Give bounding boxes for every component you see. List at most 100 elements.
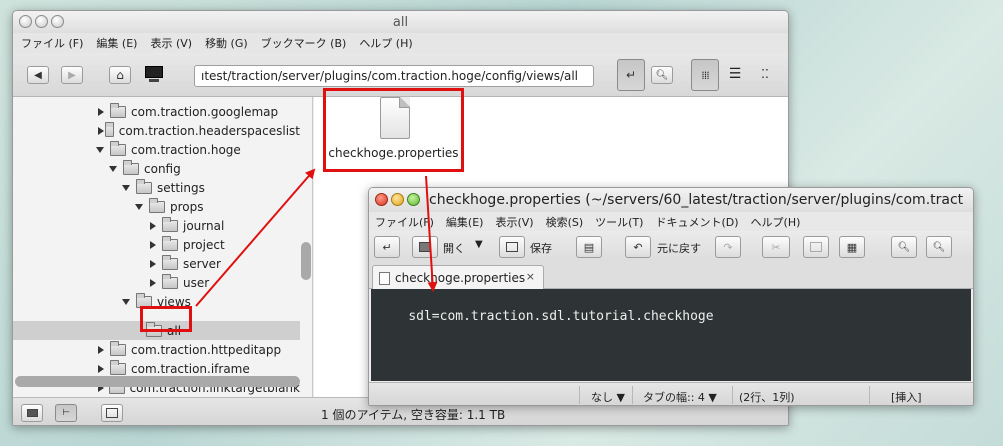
undo-button[interactable]: ↶ <box>625 236 651 258</box>
edit-path-icon: ↵ <box>625 68 637 82</box>
tree-item[interactable]: com.traction.headerspaceslist <box>13 121 300 140</box>
tree-item-label: com.traction.googlemap <box>131 104 279 119</box>
editor-menu-documents[interactable]: ドキュメント(D) <box>655 214 738 230</box>
tree-item-label: user <box>183 275 210 290</box>
forward-arrow-icon: ▶ <box>68 69 76 81</box>
tree-button[interactable]: ⊢ <box>55 404 77 422</box>
expand-arrow-icon[interactable] <box>148 259 158 269</box>
folder-icon <box>162 235 178 251</box>
replace-button[interactable]: 🔍︎ <box>926 236 952 258</box>
fm-window-title: all <box>392 15 409 30</box>
collapse-arrow-icon[interactable] <box>135 202 145 212</box>
expand-arrow-icon[interactable] <box>148 278 158 288</box>
new-document-button[interactable]: ↵ <box>374 236 400 258</box>
menu-help[interactable]: ヘルプ (H) <box>359 35 412 51</box>
undo-label[interactable]: 元に戻す <box>657 240 701 256</box>
file-item-label: checkhoge.properties <box>328 146 459 160</box>
computer-button[interactable] <box>143 65 165 85</box>
editor-minimize-button[interactable] <box>391 193 404 206</box>
tree-item[interactable]: user <box>13 273 300 292</box>
back-button[interactable]: ◀ <box>27 66 49 84</box>
file-item-highlight[interactable]: checkhoge.properties <box>323 88 464 172</box>
editor-titlebar[interactable]: checkhoge.properties (~/servers/60_lates… <box>369 188 973 212</box>
redo-button[interactable]: ↷ <box>715 236 741 258</box>
sidebar-vertical-scrollbar[interactable] <box>301 242 311 280</box>
tree-item[interactable]: project <box>13 235 300 254</box>
tree-item[interactable]: com.traction.hoge <box>13 140 300 159</box>
expand-arrow-icon[interactable] <box>148 221 158 231</box>
sidebar-horizontal-scrollbar[interactable] <box>15 376 300 387</box>
tree-item-label: config <box>144 161 181 176</box>
expand-arrow-icon[interactable] <box>148 240 158 250</box>
tab-width-selector[interactable]: タブの幅:: 4 ▼ <box>643 389 717 405</box>
home-button[interactable]: ⌂ <box>109 66 131 84</box>
editor-close-button[interactable] <box>375 193 388 206</box>
editor-menu-search[interactable]: 検索(S) <box>546 214 584 230</box>
collapse-arrow-icon[interactable] <box>109 164 119 174</box>
tree-item[interactable]: com.traction.httpeditapp <box>13 340 300 359</box>
scissors-icon: ✂ <box>771 240 781 254</box>
expand-arrow-icon[interactable] <box>96 126 104 136</box>
expand-arrow-icon[interactable] <box>96 345 106 355</box>
expand-arrow-icon[interactable] <box>96 364 106 374</box>
menu-edit[interactable]: 編集 (E) <box>96 35 137 51</box>
editor-menubar: ファイル(F) 編集(E) 表示(V) 検索(S) ツール(T) ドキュメント(… <box>369 212 973 231</box>
tree-item-label: project <box>183 237 225 252</box>
tree-item[interactable]: props <box>13 197 300 216</box>
toggle-sidebar-button[interactable] <box>101 404 123 422</box>
icon-view-button[interactable]: ⁞⁞⁞ <box>691 59 719 91</box>
collapse-arrow-icon[interactable] <box>122 183 132 193</box>
editor-menu-edit[interactable]: 編集(E) <box>446 214 484 230</box>
expand-arrow-icon[interactable] <box>96 107 106 117</box>
paste-button[interactable]: ▦ <box>839 236 865 258</box>
editor-tabbar: checkhoge.properties × <box>369 261 973 290</box>
tree-item[interactable]: journal <box>13 216 300 235</box>
search-button[interactable]: 🔍︎ <box>651 66 673 84</box>
collapse-arrow-icon[interactable] <box>122 297 132 307</box>
save-label[interactable]: 保存 <box>530 240 552 256</box>
editor-menu-help[interactable]: ヘルプ(H) <box>751 214 801 230</box>
find-button[interactable]: 🔍︎ <box>891 236 917 258</box>
open-dropdown-arrow-icon[interactable]: ▼ <box>475 239 483 250</box>
document-tab[interactable]: checkhoge.properties × <box>372 265 544 290</box>
path-toggle-button[interactable]: ↵ <box>617 59 645 91</box>
editor-menu-file[interactable]: ファイル(F) <box>375 214 434 230</box>
copy-button[interactable] <box>803 236 829 258</box>
editor-toolbar: ↵ 開く ▼ 保存 ▤ ↶ 元に戻す ↷ ✂ ▦ 🔍︎ 🔍︎ <box>369 231 973 261</box>
editor-menu-tools[interactable]: ツール(T) <box>595 214 643 230</box>
print-button[interactable]: ▤ <box>576 236 602 258</box>
language-selector[interactable]: なし ▼ <box>591 389 625 405</box>
editor-maximize-button[interactable] <box>407 193 420 206</box>
tree-item[interactable]: config <box>13 159 300 178</box>
tab-close-icon[interactable]: × <box>526 270 535 283</box>
editor-menu-view[interactable]: 表示(V) <box>495 214 533 230</box>
text-editor-window: checkhoge.properties (~/servers/60_lates… <box>368 187 974 406</box>
collapse-arrow-icon[interactable] <box>96 145 106 155</box>
tree-item[interactable]: server <box>13 254 300 273</box>
save-button[interactable] <box>499 236 525 258</box>
open-label[interactable]: 開く <box>443 240 465 256</box>
menu-bookmarks[interactable]: ブックマーク (B) <box>261 35 347 51</box>
list-view-button[interactable]: ☰ <box>725 67 745 83</box>
location-input[interactable]: ıtest/traction/server/plugins/com.tracti… <box>194 65 594 87</box>
forward-button[interactable]: ▶ <box>61 66 83 84</box>
compact-view-button[interactable]: ⁚⁚ <box>755 67 775 83</box>
cursor-position: (2行、1列) <box>739 391 795 404</box>
editor-text-area[interactable]: sdl=com.traction.sdl.tutorial.checkhoge <box>371 289 971 381</box>
cut-button[interactable]: ✂ <box>762 236 790 258</box>
folder-icon <box>149 197 165 213</box>
menu-go[interactable]: 移動 (G) <box>205 35 248 51</box>
open-button[interactable] <box>412 236 438 258</box>
folder-icon <box>110 340 126 356</box>
printer-icon: ▤ <box>583 240 595 254</box>
fm-titlebar[interactable]: all <box>13 11 788 33</box>
tree-item[interactable]: com.traction.googlemap <box>13 102 300 121</box>
document-tab-label: checkhoge.properties <box>395 271 526 285</box>
folder-icon <box>162 216 178 232</box>
folder-icon <box>123 159 139 175</box>
tree-item[interactable]: settings <box>13 178 300 197</box>
menu-file[interactable]: ファイル (F) <box>21 35 83 51</box>
places-button[interactable] <box>21 404 43 422</box>
editor-window-title: checkhoge.properties (~/servers/60_lates… <box>429 192 963 208</box>
menu-view[interactable]: 表示 (V) <box>150 35 192 51</box>
